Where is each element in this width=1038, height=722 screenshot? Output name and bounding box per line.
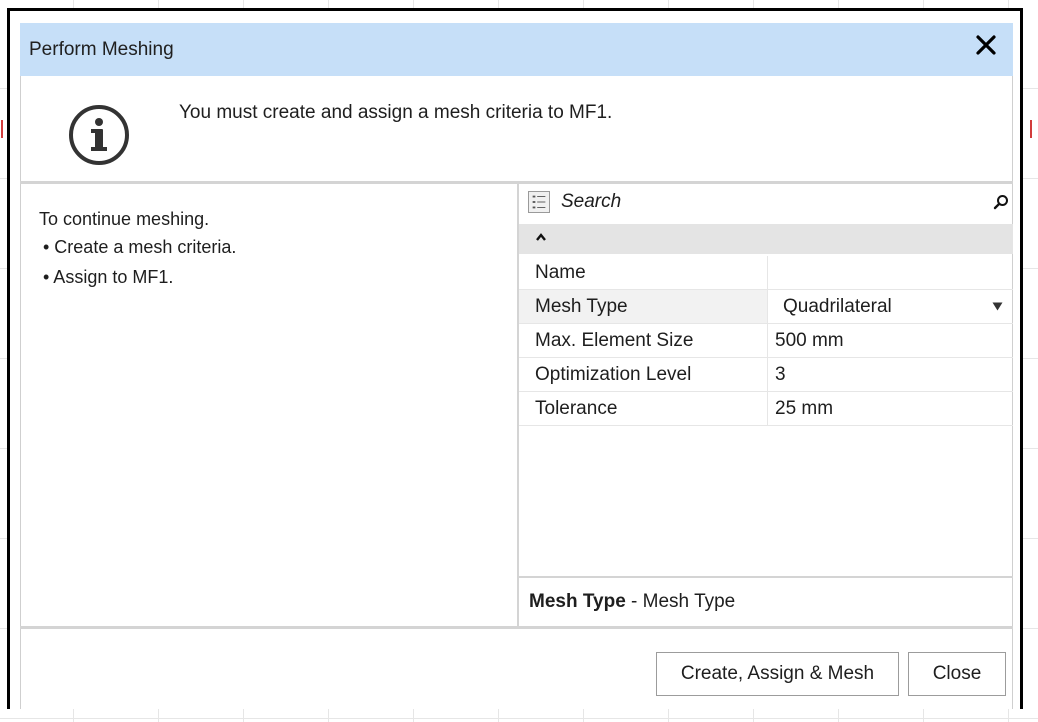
background-marker xyxy=(1030,120,1032,138)
property-name: Name xyxy=(519,256,768,289)
property-grid: Name Mesh Type Quadrilateral Max. Elemen… xyxy=(519,184,1013,626)
property-name: Tolerance xyxy=(519,392,768,425)
dialog-title-bar[interactable]: Perform Meshing xyxy=(20,23,1013,76)
instruction-bullet: • Create a mesh criteria. xyxy=(43,237,237,257)
property-value[interactable] xyxy=(768,256,1013,289)
property-name: Max. Element Size xyxy=(519,324,768,357)
search-icon[interactable] xyxy=(993,194,1009,210)
info-icon xyxy=(69,105,129,165)
property-table: Name Mesh Type Quadrilateral Max. Elemen… xyxy=(519,256,1013,426)
instructions-intro: To continue meshing. xyxy=(39,209,210,229)
property-row-tolerance[interactable]: Tolerance 25 mm xyxy=(519,392,1013,426)
property-description-detail: - Mesh Type xyxy=(625,591,736,612)
property-row-max-element-size[interactable]: Max. Element Size 500 mm xyxy=(519,324,1013,358)
close-icon[interactable] xyxy=(973,32,999,58)
instruction-bullet: • Assign to MF1. xyxy=(43,267,174,287)
property-value[interactable]: 3 xyxy=(768,358,1013,391)
perform-meshing-dialog: Perform Meshing You must create and assi… xyxy=(7,8,1023,709)
message-area: You must create and assign a mesh criter… xyxy=(20,76,1013,181)
property-search-bar xyxy=(519,184,1013,222)
property-value[interactable]: 500 mm xyxy=(768,324,1013,357)
categorize-icon[interactable] xyxy=(528,191,550,213)
property-description-label: Mesh Type xyxy=(529,591,626,612)
create-assign-mesh-button[interactable]: Create, Assign & Mesh xyxy=(656,652,899,696)
dialog-footer: Create, Assign & Mesh Close xyxy=(20,629,1013,709)
dialog-body: Perform Meshing You must create and assi… xyxy=(20,23,1013,709)
mesh-type-dropdown[interactable]: Quadrilateral xyxy=(768,290,1013,323)
category-collapse-bar[interactable] xyxy=(519,224,1013,254)
property-row-optimization-level[interactable]: Optimization Level 3 xyxy=(519,358,1013,392)
dialog-title: Perform Meshing xyxy=(29,39,174,60)
property-description: Mesh Type - Mesh Type xyxy=(519,576,1013,626)
dropdown-arrow-icon[interactable] xyxy=(992,302,1003,311)
instructions-panel: To continue meshing. • Create a mesh cri… xyxy=(20,184,517,626)
close-button[interactable]: Close xyxy=(908,652,1006,696)
background-marker xyxy=(1,120,3,138)
message-text: You must create and assign a mesh criter… xyxy=(179,102,613,123)
property-search-input[interactable] xyxy=(561,189,961,215)
property-value[interactable]: 25 mm xyxy=(768,392,1013,425)
property-name: Optimization Level xyxy=(519,358,768,391)
property-name: Mesh Type xyxy=(519,290,768,323)
mesh-type-selected-value: Quadrilateral xyxy=(783,296,892,317)
property-row-mesh-type[interactable]: Mesh Type Quadrilateral xyxy=(519,290,1013,324)
property-row-name[interactable]: Name xyxy=(519,256,1013,290)
property-description-text: Mesh Type - Mesh Type xyxy=(529,591,735,613)
collapse-caret-icon[interactable] xyxy=(535,232,547,242)
